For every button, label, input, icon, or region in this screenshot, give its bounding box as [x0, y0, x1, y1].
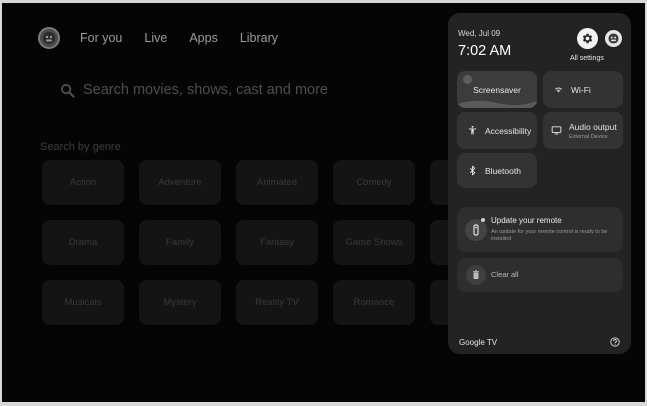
- tab-library[interactable]: Library: [240, 31, 278, 45]
- remote-update-notification[interactable]: Update your remote An update for your re…: [457, 207, 623, 252]
- clear-all-label: Clear all: [491, 270, 519, 279]
- panel-date: Wed, Jul 09: [458, 29, 501, 38]
- notification-title: Update your remote: [491, 216, 562, 225]
- clear-all-button[interactable]: Clear all: [457, 258, 623, 292]
- search-placeholder: Search movies, shows, cast and more: [83, 82, 328, 98]
- audio-output-device: External Device: [569, 133, 608, 140]
- profile-button[interactable]: [605, 30, 622, 47]
- audio-output-text: Audio output External Device: [569, 122, 617, 140]
- remote-control-icon: [473, 224, 479, 236]
- google-tv-brand: Google TV: [459, 338, 498, 347]
- bluetooth-icon: [469, 165, 476, 176]
- remote-icon-wrap: [465, 219, 487, 241]
- profile-icon: [43, 32, 55, 44]
- accessibility-icon: [468, 125, 477, 135]
- genre-mystery[interactable]: Mystery: [139, 280, 221, 325]
- genre-family[interactable]: Family: [139, 220, 221, 265]
- wifi-icon: [554, 87, 563, 93]
- all-settings-label: All settings: [570, 55, 604, 62]
- screensaver-tile[interactable]: Screensaver: [457, 71, 537, 108]
- top-nav: For you Live Apps Library: [38, 27, 300, 49]
- genre-drama[interactable]: Drama: [42, 220, 124, 265]
- panel-time: 7:02 AM: [458, 43, 512, 59]
- genre-reality-tv[interactable]: Reality TV: [236, 280, 318, 325]
- screensaver-indicator: [463, 75, 472, 84]
- help-icon[interactable]: [610, 337, 620, 347]
- profile-icon: [608, 33, 619, 44]
- genre-adventure[interactable]: Adventure: [139, 160, 221, 205]
- trash-icon: [473, 270, 479, 279]
- search-bar[interactable]: Search movies, shows, cast and more: [60, 82, 328, 98]
- genre-fantasy[interactable]: Fantasy: [236, 220, 318, 265]
- tab-for-you[interactable]: For you: [80, 31, 122, 45]
- bluetooth-label: Bluetooth: [485, 165, 521, 176]
- tab-apps[interactable]: Apps: [189, 31, 218, 45]
- genre-heading: Search by genre: [40, 141, 121, 153]
- genre-romance[interactable]: Romance: [333, 280, 415, 325]
- trash-icon-wrap: [466, 265, 486, 285]
- quick-settings-panel: Wed, Jul 09 7:02 AM All settings Screens…: [448, 13, 631, 354]
- notification-badge: [481, 218, 485, 222]
- genre-game-shows[interactable]: Game Shows: [333, 220, 415, 265]
- search-icon: [60, 83, 75, 98]
- genre-comedy[interactable]: Comedy: [333, 160, 415, 205]
- accessibility-label: Accessibility: [485, 125, 532, 136]
- screensaver-label: Screensaver: [473, 84, 521, 95]
- screensaver-wave-decoration: [457, 100, 537, 108]
- wifi-tile[interactable]: Wi-Fi: [543, 71, 623, 108]
- audio-output-tile[interactable]: Audio output External Device: [543, 112, 623, 149]
- genre-musicals[interactable]: Musicals: [42, 280, 124, 325]
- bluetooth-tile[interactable]: Bluetooth: [457, 153, 537, 188]
- audio-output-label: Audio output: [569, 121, 617, 132]
- monitor-icon: [551, 126, 562, 135]
- all-settings-button[interactable]: [577, 28, 598, 49]
- notification-body: An update for your remote control is rea…: [491, 229, 608, 242]
- genre-grid: Action Adventure Animated Comedy Drama F…: [42, 160, 512, 325]
- profile-avatar[interactable]: [38, 27, 60, 49]
- tab-live[interactable]: Live: [144, 31, 167, 45]
- genre-animated[interactable]: Animated: [236, 160, 318, 205]
- tv-screen: For you Live Apps Library Search movies,…: [2, 3, 645, 402]
- accessibility-tile[interactable]: Accessibility: [457, 112, 537, 149]
- wifi-label: Wi-Fi: [571, 84, 591, 95]
- gear-icon: [582, 33, 593, 44]
- genre-action[interactable]: Action: [42, 160, 124, 205]
